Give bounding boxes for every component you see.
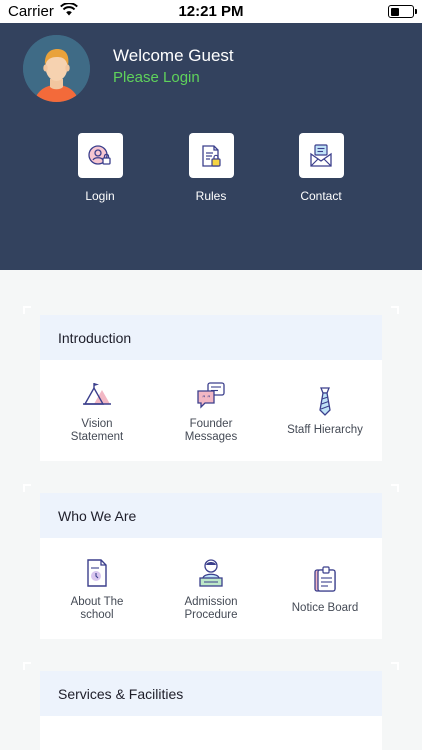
- profile-header: Welcome Guest Please Login Login Rules C…: [0, 23, 422, 270]
- services-facilities-section: Services & Facilities: [23, 662, 399, 750]
- who-we-are-section: Who We Are About The school Admission Pr…: [23, 484, 399, 644]
- tie-icon: [308, 384, 342, 418]
- vision-statement-label: Vision Statement: [70, 417, 124, 443]
- battery-icon: [388, 5, 417, 18]
- staff-hierarchy-item[interactable]: Staff Hierarchy: [268, 360, 382, 461]
- founder-messages-item[interactable]: ” ” Founder Messages: [154, 360, 268, 461]
- svg-text:”: ”: [207, 394, 211, 402]
- login-label: Login: [85, 189, 115, 203]
- document-icon: [80, 556, 114, 590]
- admission-procedure-label: Admission Procedure: [184, 595, 238, 621]
- login-button[interactable]: Login: [55, 133, 145, 203]
- services-facilities-card: Services & Facilities: [40, 671, 382, 750]
- notice-board-label: Notice Board: [291, 602, 359, 614]
- who-we-are-items: About The school Admission Procedure Not…: [40, 538, 382, 639]
- rules-icon: [188, 133, 234, 178]
- status-left: Carrier: [8, 2, 78, 20]
- introduction-section: Introduction Vision Statement ” ” Founde…: [23, 306, 399, 466]
- introduction-items: Vision Statement ” ” Founder Messages St…: [40, 360, 382, 461]
- messages-icon: ” ”: [194, 378, 228, 412]
- contact-icon: [298, 133, 344, 178]
- wifi-icon: [59, 2, 78, 20]
- login-prompt-link[interactable]: Please Login: [113, 69, 200, 86]
- who-we-are-card: Who We Are About The school Admission Pr…: [40, 493, 382, 639]
- vision-statement-item[interactable]: Vision Statement: [40, 360, 154, 461]
- about-school-label: About The school: [70, 595, 124, 621]
- login-icon: [77, 133, 123, 178]
- vision-icon: [80, 378, 114, 412]
- notice-board-icon: [308, 562, 342, 596]
- about-school-item[interactable]: About The school: [40, 538, 154, 639]
- svg-text:”: ”: [202, 394, 206, 402]
- rules-button[interactable]: Rules: [166, 133, 256, 203]
- rules-label: Rules: [195, 189, 227, 203]
- user-avatar-icon: [23, 35, 90, 102]
- admission-icon: [194, 556, 228, 590]
- services-facilities-title: Services & Facilities: [40, 671, 382, 716]
- welcome-text: Welcome Guest: [113, 46, 234, 65]
- carrier-label: Carrier: [8, 3, 54, 20]
- status-bar: Carrier 12:21 PM: [0, 0, 422, 23]
- introduction-title: Introduction: [40, 315, 382, 360]
- notice-board-item[interactable]: Notice Board: [268, 538, 382, 639]
- contact-label: Contact: [300, 189, 342, 203]
- avatar[interactable]: [23, 35, 90, 102]
- introduction-card: Introduction Vision Statement ” ” Founde…: [40, 315, 382, 461]
- contact-button[interactable]: Contact: [276, 133, 366, 203]
- founder-messages-label: Founder Messages: [184, 417, 238, 443]
- admission-procedure-item[interactable]: Admission Procedure: [154, 538, 268, 639]
- staff-hierarchy-label: Staff Hierarchy: [287, 424, 363, 436]
- who-we-are-title: Who We Are: [40, 493, 382, 538]
